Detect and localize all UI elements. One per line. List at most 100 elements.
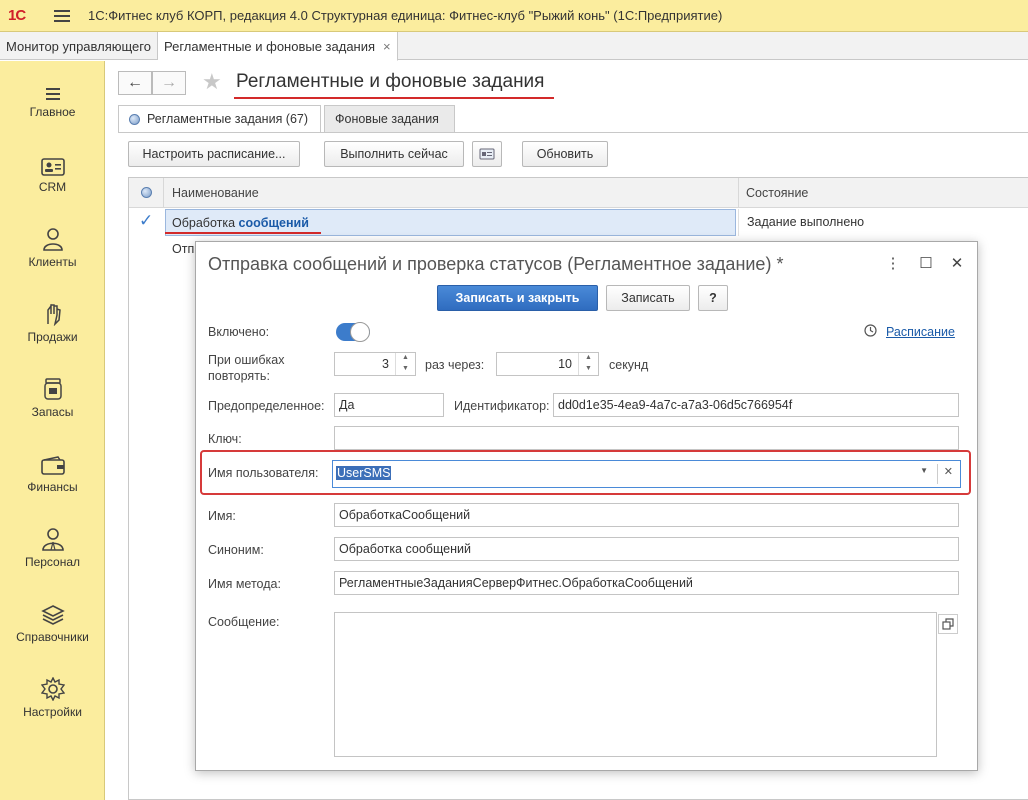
name-label: Имя: [208,509,236,523]
sidebar-item-label: Запасы [31,405,74,419]
times-label: раз через: [425,358,485,372]
name-highlight: сообщений [238,216,309,230]
retry-label-line2: повторять: [208,369,270,383]
app-logo: 1С [8,7,44,25]
tab-label: Регламентные и фоновые задания [163,38,376,54]
predefined-label: Предопределенное: [208,399,325,413]
staff-icon [0,525,105,551]
title-bar: 1С 1С:Фитнес клуб КОРП, редакция 4.0 Стр… [0,0,1028,32]
more-icon[interactable]: ⋮ [885,254,901,272]
gear-icon [0,675,105,701]
favorite-star-icon[interactable]: ★ [202,69,222,95]
jar-icon [0,375,105,401]
tab-scheduled-jobs[interactable]: Регламентные и фоновые задания × [157,32,398,61]
method-label: Имя метода: [208,577,281,591]
table-row[interactable]: ✓ Обработка сообщений Задание выполнено [129,209,1028,236]
column-separator [738,178,739,208]
retry-interval-value: 10 [558,357,572,371]
wallet-icon [0,450,105,476]
sidebar-item-stock[interactable]: Запасы [0,375,105,445]
tab-manager-monitor[interactable]: Монитор управляющего [0,32,158,60]
open-tabs-bar: Монитор управляющего Регламентные и фоно… [0,32,1028,61]
globe-icon [129,113,140,125]
sidebar-item-settings[interactable]: Настройки [0,675,105,745]
job-edit-dialog: Отправка сообщений и проверка статусов (… [195,241,978,771]
close-tab-icon[interactable]: × [383,39,391,54]
person-icon [0,225,105,251]
row-annotation-underline [165,232,321,234]
retry-count-input[interactable]: 3 ▲ ▼ [334,352,416,376]
toggle-knob [350,322,370,342]
sidebar-item-label: Клиенты [28,255,77,269]
schedule-link[interactable]: Расписание [886,325,955,339]
tab-label: Монитор управляющего [6,38,151,54]
sidebar-item-staff[interactable]: Персонал [0,525,105,595]
subtab-label: Регламентные задания (67) [147,112,309,126]
retry-interval-stepper[interactable]: ▲ ▼ [578,353,598,375]
method-field: РегламентныеЗаданияСерверФитнес.Обработк… [334,571,959,595]
message-label: Сообщение: [208,615,280,629]
sidebar-item-finance[interactable]: Финансы [0,450,105,520]
cell-state: Задание выполнено [738,209,1028,236]
expand-icon[interactable] [938,614,958,634]
sidebar-item-label: Главное [29,105,76,119]
configure-schedule-button[interactable]: Настроить расписание... [128,141,300,167]
id-card-icon [0,150,105,176]
save-button[interactable]: Записать [606,285,690,311]
maximize-icon[interactable]: ☐ [918,254,934,272]
close-icon[interactable]: ✕ [949,254,965,272]
name-field: ОбработкаСообщений [334,503,959,527]
sidebar-item-crm[interactable]: CRM [0,150,105,220]
seconds-label: секунд [609,358,649,372]
run-now-button[interactable]: Выполнить сейчас [324,141,464,167]
table-header: Наименование Состояние [129,178,1028,208]
sidebar-item-clients[interactable]: Клиенты [0,225,105,295]
sidebar-item-label: Финансы [27,480,78,494]
enabled-label: Включено: [208,325,270,339]
tab-background-jobs[interactable]: Фоновые задания [324,105,455,133]
help-button[interactable]: ? [698,285,728,311]
globe-icon [141,187,152,198]
message-textarea[interactable] [334,612,937,757]
enabled-toggle[interactable] [336,322,370,342]
card-icon [479,148,495,160]
sidebar-item-label: Справочники [16,630,89,644]
sidebar-item-label: Продажи [27,330,78,344]
retry-count-stepper[interactable]: ▲ ▼ [395,353,415,375]
card-view-button[interactable] [472,141,502,167]
sidebar-item-catalogs[interactable]: Справочники [0,600,105,670]
name-text: Обработка [172,216,239,230]
predefined-field: Да [334,393,444,417]
sidebar-item-sales[interactable]: Продажи [0,300,105,370]
tab-scheduled-jobs-list[interactable]: Регламентные задания (67) [118,105,321,133]
check-icon: ✓ [139,211,154,230]
retry-interval-input[interactable]: 10 ▲ ▼ [496,352,599,376]
title-annotation-underline [234,97,554,99]
retry-count-value: 3 [382,357,389,371]
logo-text: 1С [8,7,26,24]
page-title: Регламентные и фоновые задания [236,71,545,92]
hand-icon [0,300,105,326]
column-header-name[interactable]: Наименование [172,186,259,200]
username-annotation-box [200,450,971,495]
sidebar-item-label: Персонал [24,555,81,569]
sidebar-item-label: Настройки [23,705,82,719]
main-menu-icon[interactable] [54,9,70,22]
save-and-close-button[interactable]: Записать и закрыть [437,285,598,311]
forward-button[interactable]: → [152,71,186,95]
retry-label-line1: При ошибках [208,353,285,367]
synonym-field: Обработка сообщений [334,537,959,561]
sidebar: Главное CRM Клиенты Продажи Запасы Финан… [0,61,105,800]
column-header-state[interactable]: Состояние [746,186,808,200]
column-separator [163,178,164,208]
back-button[interactable]: ← [118,71,152,95]
menu-icon [0,75,105,101]
identifier-field: dd0d1e35-4ea9-4a7c-a7a3-06d5c766954f [553,393,959,417]
key-input[interactable] [334,426,959,450]
dialog-title: Отправка сообщений и проверка статусов (… [208,254,784,274]
refresh-button[interactable]: Обновить [522,141,608,167]
identifier-label: Идентификатор: [454,399,550,413]
sidebar-item-main[interactable]: Главное [0,75,105,145]
app-title: 1С:Фитнес клуб КОРП, редакция 4.0 Структ… [88,8,723,23]
key-label: Ключ: [208,432,242,446]
